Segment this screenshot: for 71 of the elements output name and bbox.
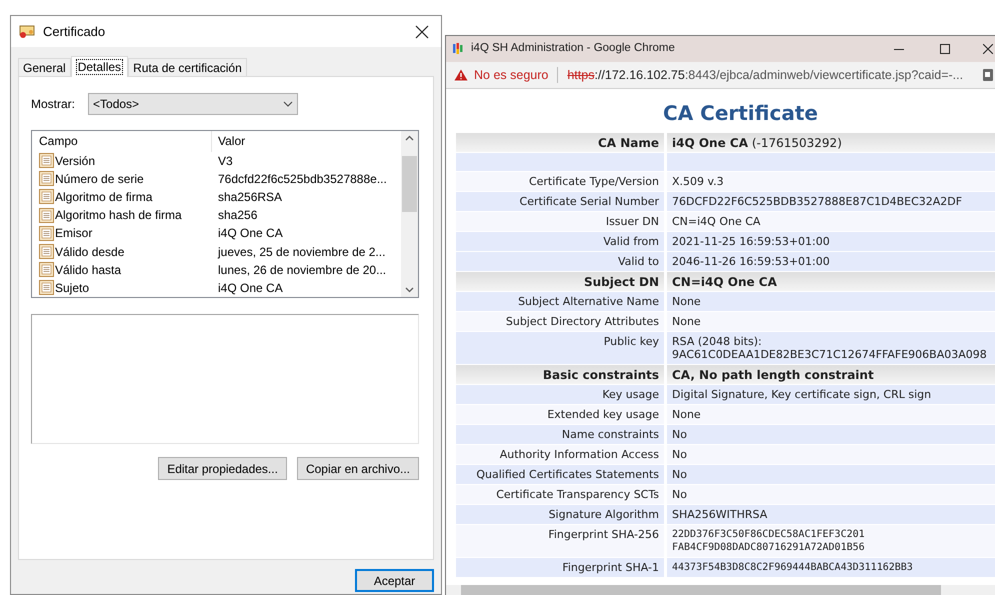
table-cell: None <box>667 292 995 311</box>
field-name[interactable]: Algoritmo de firma <box>55 188 152 206</box>
table-cell: No <box>667 485 995 504</box>
table-cell: Subject Alternative Name <box>456 292 664 311</box>
field-value: jueves, 25 de noviembre de 2... <box>216 244 386 261</box>
table-cell: 22DD376F3C50F86CDEC58AC1FEF3C201 FAB4CF9D08DADC80716291A72AD01B56 <box>667 525 995 557</box>
field-value: lunes, 26 de noviembre de 20... <box>217 262 386 279</box>
table-cell: CN=i4Q One CA <box>667 212 995 231</box>
field-value: i4Q One CA <box>217 280 283 297</box>
table-cell: Signature Algorithm <box>456 505 664 524</box>
field-value: 76dcfd22f6c525bdb3527888e... <box>217 170 387 188</box>
window-title: i4Q SH Administration - Google Chrome <box>471 41 675 56</box>
table-cell: Name constraints <box>456 425 664 444</box>
tab[interactable]: Detalles <box>70 56 128 77</box>
table-cell: Digital Signature, Key certificate sign, CRL sign <box>667 385 995 404</box>
table-cell: Subject DN <box>456 272 664 291</box>
field-name[interactable]: Número de serie <box>55 170 144 188</box>
table-cell: Fingerprint SHA-1 <box>456 558 664 577</box>
table-cell: 2046-11-26 16:59:53+01:00 <box>667 252 995 271</box>
table-cell: SHA256WITHRSA <box>667 505 995 524</box>
table-cell: Valid from <box>456 232 664 251</box>
table-cell: Qualified Certificates Statements <box>456 465 664 484</box>
column-header[interactable]: Campo <box>32 131 212 152</box>
table-cell: None <box>667 312 995 331</box>
field-value: sha256 <box>217 207 258 224</box>
table-cell: No <box>667 465 995 484</box>
table-cell: CN=i4Q One CA <box>667 272 995 291</box>
field-value: sha256RSA <box>217 188 282 206</box>
accept-button[interactable]: Aceptar <box>355 569 434 592</box>
table-cell: X.509 v.3 <box>667 172 995 191</box>
dialog-button[interactable]: Editar propiedades... <box>158 457 287 480</box>
field-name[interactable]: Algoritmo hash de firma <box>55 206 182 224</box>
table-cell: None <box>667 405 995 424</box>
table-cell: CA, No path length constraint <box>667 365 995 384</box>
table-cell: 2021-11-25 16:59:53+01:00 <box>667 232 995 251</box>
table-cell: Fingerprint SHA-256 <box>456 525 664 557</box>
field-name[interactable]: Sujeto <box>55 278 90 297</box>
table-cell: Certificate Serial Number <box>456 192 664 211</box>
table-cell: Extended key usage <box>456 405 664 424</box>
page-heading: CA Certificate <box>662 101 819 125</box>
table-cell: RSA (2048 bits): 9AC61C0DEAA1DE82BE3C71C12674FFAFE906BA03A098 <box>667 332 995 364</box>
url-field[interactable]: https://172.16.102.75:8443/ejbca/adminweb/viewcertificate.jsp?caid=-... <box>567 66 964 84</box>
table-cell: CA Name <box>456 133 664 152</box>
table-cell: Subject Directory Attributes <box>456 312 664 331</box>
show-select[interactable]: <Todos> <box>88 93 298 115</box>
table-cell: Certificate Transparency SCTs <box>456 485 664 504</box>
column-header[interactable]: Valor <box>212 132 401 150</box>
tab[interactable]: Ruta de certificación <box>128 58 247 76</box>
table-cell: Authority Information Access <box>456 445 664 464</box>
field-name[interactable]: Versión <box>55 152 96 170</box>
table-cell: Key usage <box>456 385 664 404</box>
table-cell: Issuer DN <box>456 212 664 231</box>
table-cell: 44373F54B3D8C8C2F969444BABCA43D311162BB3 <box>667 558 995 577</box>
table-cell: Certificate Type/Version <box>456 172 664 191</box>
field-value: i4Q One CA <box>217 225 283 242</box>
show-label: Mostrar: <box>31 96 76 113</box>
table-cell: Basic constraints <box>456 365 664 384</box>
tab[interactable]: General <box>18 58 71 76</box>
table-cell: i4Q One CA (-1761503292) <box>667 133 995 152</box>
field-value: V3 <box>217 152 233 170</box>
dialog-title: Certificado <box>43 22 106 41</box>
table-cell: Valid to <box>456 252 664 271</box>
table-cell: No <box>667 445 995 464</box>
field-name[interactable]: Válido hasta <box>55 260 122 279</box>
field-name[interactable]: Emisor <box>55 224 92 242</box>
dialog-button[interactable]: Copiar en archivo... <box>296 457 419 480</box>
table-cell: No <box>667 425 995 444</box>
table-cell: 76DCFD22F6C525BDB3527888E87C1D4BEC32A2DF <box>667 192 995 211</box>
field-name[interactable]: Válido desde <box>55 242 124 261</box>
table-cell: Public key <box>456 332 664 364</box>
security-status[interactable]: No es seguro <box>474 66 548 84</box>
